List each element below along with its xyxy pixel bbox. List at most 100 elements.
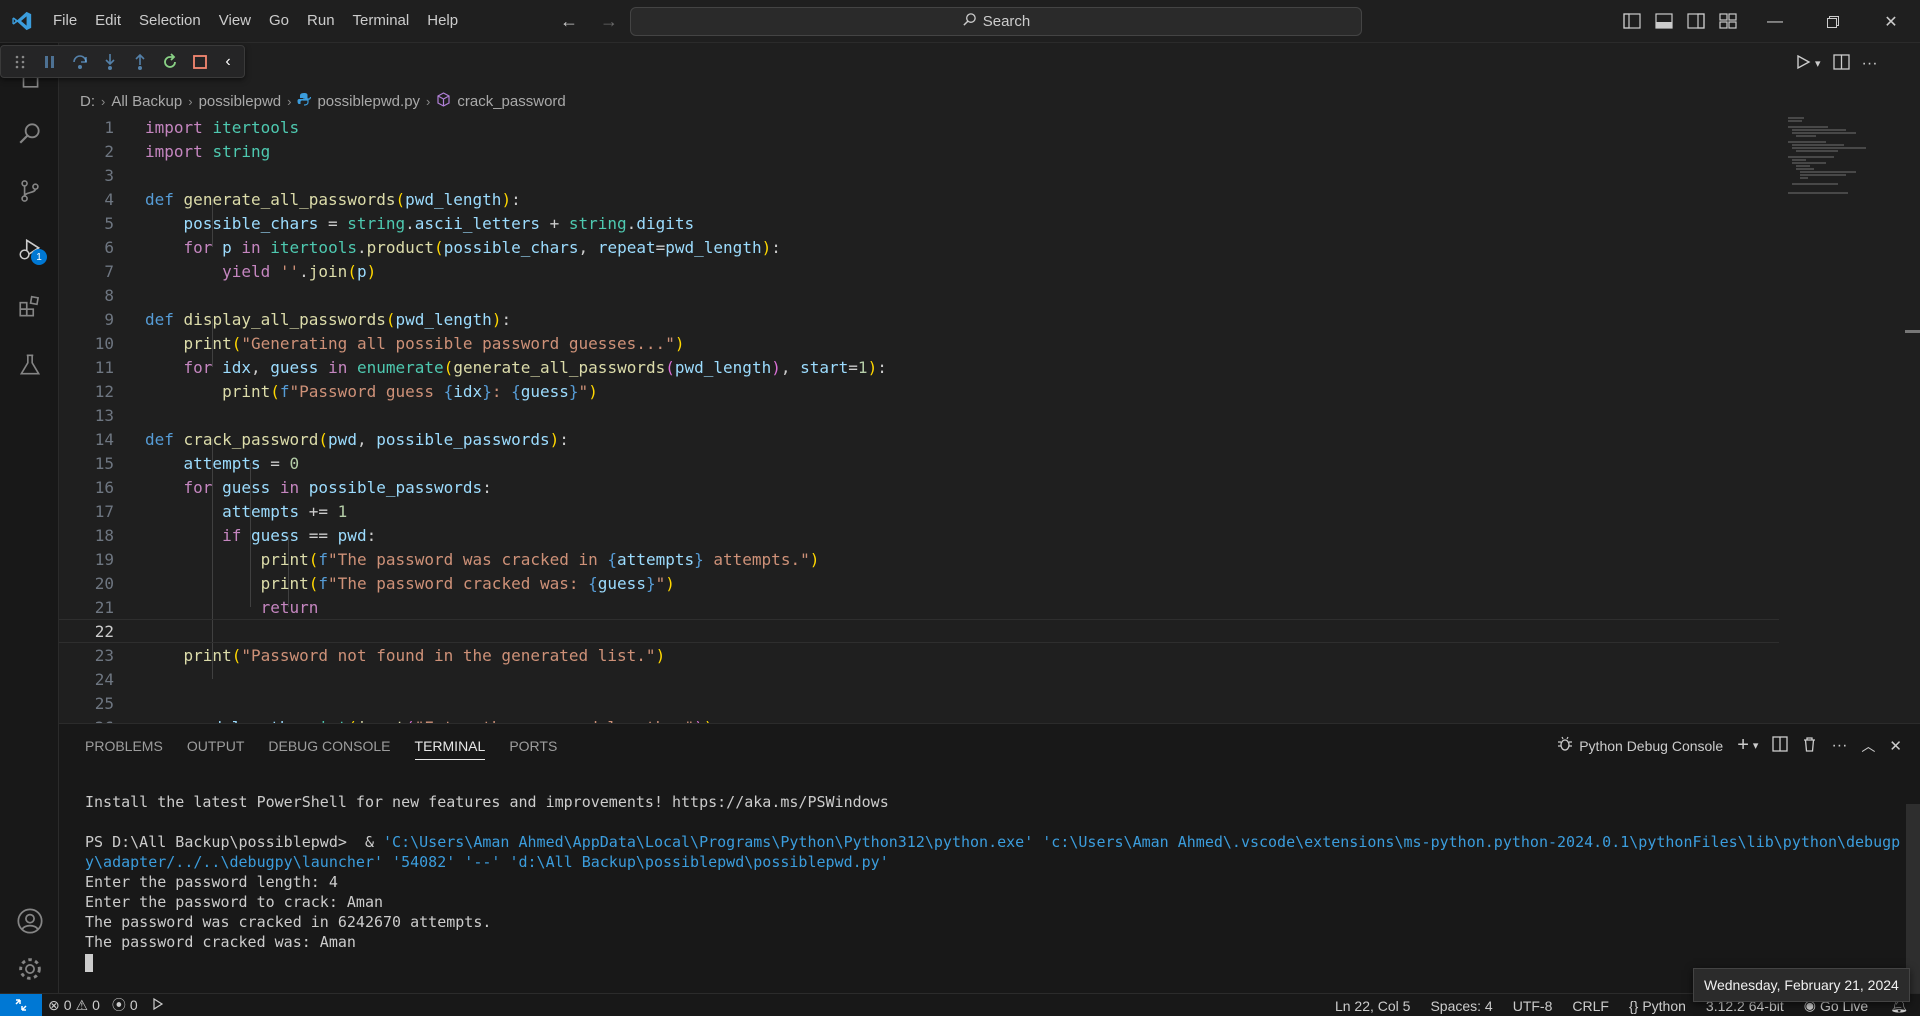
debug-status[interactable] [144,997,170,1014]
code-line: 3 [59,163,1779,187]
code-text-segment: : [491,381,512,401]
manage-gear-icon[interactable] [0,945,59,993]
encoding[interactable]: UTF-8 [1503,998,1563,1014]
line-number: 3 [104,165,114,185]
line-ending[interactable]: CRLF [1562,998,1619,1014]
terminal-cursor [85,953,93,972]
minimap-line [1792,129,1846,131]
pause-icon[interactable] [37,49,63,75]
split-terminal-icon[interactable] [1772,736,1789,755]
step-over-icon[interactable] [67,49,93,75]
breadcrumb-drive[interactable]: D: [80,93,95,110]
close-window-button[interactable]: ✕ [1862,0,1920,43]
breadcrumb-file[interactable]: possiblepwd.py [317,93,420,110]
accounts-icon[interactable] [0,897,59,945]
chevron-down-icon[interactable]: ▾ [1753,739,1759,752]
menu-go[interactable]: Go [260,6,298,36]
tab-ports[interactable]: PORTS [509,736,557,760]
stop-icon[interactable] [187,49,213,75]
breadcrumb-folder-possiblepwd[interactable]: possiblepwd [199,93,282,110]
code-text-segment: print [183,333,232,353]
search-view-icon[interactable] [0,109,59,157]
more-actions-icon[interactable]: ··· [1862,55,1878,73]
code-editor[interactable]: 1 import itertools 2 import string 3 4 def … [59,115,1920,723]
code-text-segment: } [568,381,579,401]
menu-selection[interactable]: Selection [130,6,210,36]
split-editor-icon[interactable] [1832,54,1850,73]
ports-status[interactable]: ⦿ 0 [106,995,144,1015]
restore-button[interactable] [1804,0,1862,43]
language-mode[interactable]: {} Python [1619,998,1696,1014]
terminal-scrollbar[interactable] [1906,804,1920,994]
step-out-icon[interactable] [127,49,153,75]
code-text-segment: ascii_letters [414,213,540,233]
code-text-segment: for [183,237,213,257]
toggle-secondary-sidebar-icon[interactable] [1684,10,1708,32]
restart-icon[interactable] [157,49,183,75]
terminal-profile-label[interactable]: Python Debug Console [1579,738,1723,754]
code-line: 19 print(f"The password was cracked in {… [59,547,1779,571]
drag-handle-icon[interactable] [7,49,33,75]
warning-icon: ⚠ [75,996,89,1013]
line-number: 4 [104,189,114,209]
terminal-output[interactable]: Install the latest PowerShell for new fe… [85,792,1905,972]
more-actions-icon[interactable]: ··· [1831,737,1847,755]
search-icon [962,12,977,31]
minimap-line [1788,192,1848,194]
minimap-line [1796,150,1838,152]
code-text: import itertools [145,118,299,137]
code-line-current: 22 [59,619,1779,643]
back-arrow-icon[interactable]: ← [556,9,582,33]
chevron-down-icon[interactable]: ▾ [1815,57,1821,70]
testing-icon[interactable] [0,341,59,389]
breadcrumb-folder-backup[interactable]: All Backup [111,93,182,110]
extensions-icon[interactable] [0,283,59,331]
run-file-icon[interactable] [1795,54,1811,73]
toggle-panel-icon[interactable] [1652,10,1676,32]
code-text-segment: pwd_length [395,309,492,329]
code-line: 12 print(f"Password guess {idx}: {guess}… [59,379,1779,403]
step-into-icon[interactable] [97,49,123,75]
maximize-panel-icon[interactable]: ︿ [1861,736,1875,756]
tab-problems[interactable]: PROBLEMS [85,736,163,760]
customize-layout-icon[interactable] [1716,10,1740,32]
minimap[interactable] [1788,115,1898,195]
command-center-search[interactable]: Search [630,7,1362,36]
menu-view[interactable]: View [210,6,260,36]
tab-terminal[interactable]: TERMINAL [414,736,486,760]
code-text-segment: } [645,573,656,593]
bottom-panel: PROBLEMS OUTPUT DEBUG CONSOLE TERMINAL P… [59,723,1920,994]
chevron-left-icon[interactable]: ‹ [216,49,240,75]
trash-icon[interactable] [1802,736,1817,755]
minimap-line [1796,135,1816,137]
language-label: Python [1642,997,1686,1014]
run-and-debug-icon[interactable]: 1 [0,225,59,273]
menu-edit[interactable]: Edit [86,6,130,36]
tab-output[interactable]: OUTPUT [187,736,245,760]
error-icon: ⊗ [48,996,60,1013]
code-text-segment: "The password was cracked in [328,549,608,569]
terminal-line: PS D:\All Backup\possiblepwd> & 'C:\User… [85,832,1905,852]
close-panel-icon[interactable]: ✕ [1889,737,1902,755]
problems-status[interactable]: ⊗ 0 ⚠ 0 [42,997,106,1014]
forward-arrow-icon[interactable]: → [596,9,622,33]
menu-run[interactable]: Run [298,6,344,36]
minimize-button[interactable]: — [1746,0,1804,43]
code-text-segment: itertools [212,117,300,137]
menu-terminal[interactable]: Terminal [344,6,419,36]
toggle-primary-sidebar-icon[interactable] [1620,10,1644,32]
minimap-line [1788,156,1834,158]
indentation[interactable]: Spaces: 4 [1420,998,1502,1014]
new-terminal-icon[interactable]: + [1737,734,1749,757]
menu-help[interactable]: Help [418,6,467,36]
code-text: for idx, guess in enumerate(generate_all… [183,357,887,377]
source-control-icon[interactable] [0,167,59,215]
code-text-segment: attempts [222,501,300,521]
cursor-position[interactable]: Ln 22, Col 5 [1325,998,1421,1014]
editor-scrollbar-thumb[interactable] [1905,330,1920,333]
breadcrumb-symbol[interactable]: crack_password [457,93,565,110]
code-text-segment: ( [308,573,319,593]
menu-file[interactable]: File [44,6,86,36]
tab-debug-console[interactable]: DEBUG CONSOLE [268,736,390,760]
remote-indicator-icon[interactable] [0,993,42,1016]
